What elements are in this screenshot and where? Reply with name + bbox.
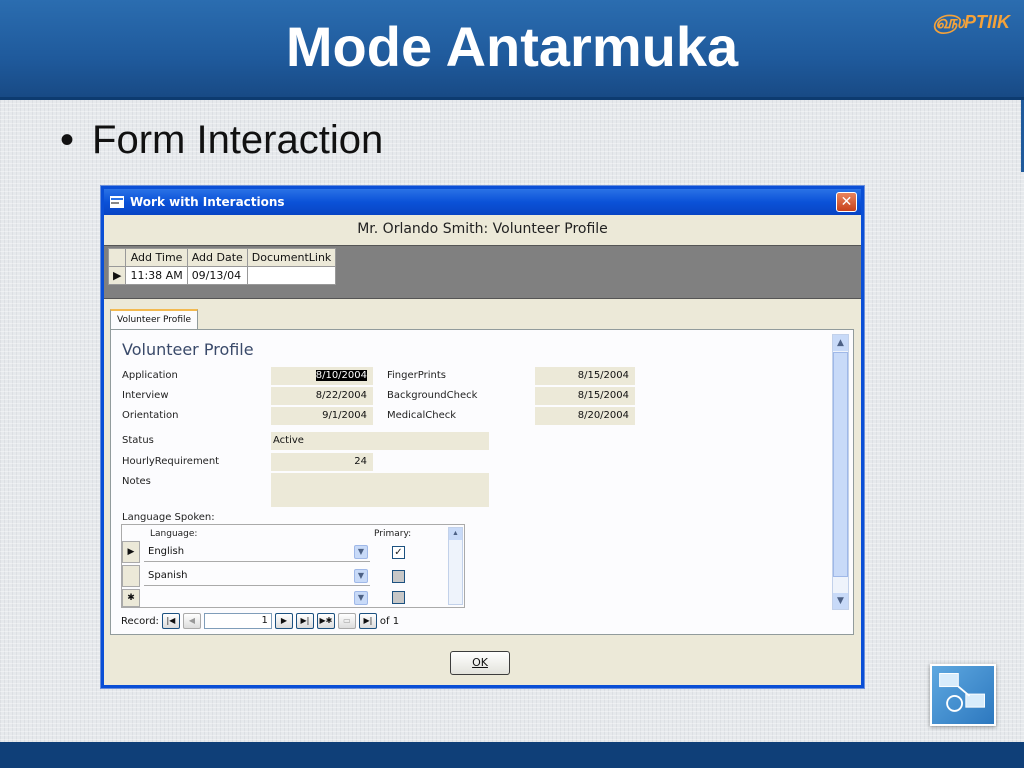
next-record-icon[interactable]: ▶ [274, 613, 293, 629]
row-pointer-icon[interactable]: ▶ [107, 266, 127, 285]
orientation-date-field[interactable]: 9/1/2004 [271, 407, 373, 425]
logo-text: PTIIK [963, 12, 1010, 32]
medicalcheck-date-field[interactable]: 8/20/2004 [535, 407, 635, 425]
language-subform: Language: Primary: ▶ English ▼ ✓ Spanish… [121, 524, 465, 608]
field-label: Application [122, 370, 178, 381]
column-header[interactable]: Add Date [186, 248, 248, 267]
grid-header-row: Add Time Add Date DocumentLink [107, 248, 337, 267]
scroll-up-icon[interactable]: ▲ [833, 335, 848, 351]
status-field[interactable]: Active [271, 432, 489, 450]
subform-band: Add Time Add Date DocumentLink ▶ 11:38 A… [104, 245, 861, 299]
language-scrollbar[interactable]: ▲ [448, 527, 463, 605]
grid-cell[interactable] [246, 266, 337, 285]
new-record-nav-icon[interactable]: ▶✱ [316, 613, 335, 629]
hourly-requirement-field[interactable]: 24 [271, 453, 373, 471]
decorative-diagram-icon [930, 664, 996, 726]
grid-cell[interactable]: 11:38 AM [125, 266, 188, 285]
grid-row[interactable]: ▶ 11:38 AM 09/13/04 [107, 266, 337, 285]
last-record-icon[interactable]: ▶| [295, 613, 314, 629]
row-selector-header [107, 248, 127, 267]
backgroundcheck-date-field[interactable]: 8/15/2004 [535, 387, 635, 405]
vertical-scrollbar[interactable]: ▲ ▼ [832, 334, 849, 610]
record-label: Record: [121, 615, 159, 627]
field-label: HourlyRequirement [122, 456, 220, 467]
first-record-icon[interactable]: |◀ [161, 613, 180, 629]
tab-panel: Volunteer Profile ▲ ▼ Application 8/10/2… [110, 329, 854, 635]
language-combo[interactable]: English ▼ [144, 542, 370, 562]
scroll-up-icon[interactable]: ▲ [449, 528, 462, 540]
language-column-header: Language: [150, 529, 198, 539]
dropdown-arrow-icon[interactable]: ▼ [354, 591, 368, 605]
logo-swirl-icon: ௵ [932, 12, 964, 32]
record-count: of 1 [379, 615, 400, 627]
new-record-icon[interactable]: ✱ [122, 589, 140, 607]
interview-date-field[interactable]: 8/22/2004 [271, 387, 373, 405]
filter-icon[interactable]: ▭ [337, 613, 356, 629]
profile-heading: Mr. Orlando Smith: Volunteer Profile [357, 221, 608, 237]
grid-cell[interactable]: 09/13/04 [186, 266, 248, 285]
primary-checkbox[interactable] [392, 570, 405, 583]
field-label: BackgroundCheck [387, 390, 478, 401]
field-label: Status [122, 435, 154, 446]
record-end-icon[interactable]: ▶| [358, 613, 377, 629]
language-combo[interactable]: ▼ [144, 589, 370, 605]
row-selector[interactable] [122, 565, 140, 587]
window-title: Work with Interactions [130, 195, 285, 209]
field-label: Notes [122, 476, 151, 487]
notes-field[interactable] [271, 473, 489, 507]
column-header[interactable]: Add Time [125, 248, 188, 267]
scroll-thumb[interactable] [833, 352, 848, 577]
field-label: Interview [122, 390, 169, 401]
row-pointer-icon[interactable]: ▶ [122, 541, 140, 563]
tab-strip: Volunteer Profile [104, 305, 861, 331]
dropdown-arrow-icon[interactable]: ▼ [354, 569, 368, 583]
ptiik-logo: ௵PTIIK [932, 12, 1010, 35]
bullet-text: Form Interaction [92, 118, 384, 162]
bullet-point: • Form Interaction [60, 118, 383, 163]
ok-button[interactable]: OK [450, 651, 510, 675]
record-number-input[interactable]: 1 [203, 613, 272, 629]
window-titlebar[interactable]: Work with Interactions ✕ [104, 189, 861, 215]
bullet-dot-icon: • [60, 118, 75, 162]
language-combo[interactable]: Spanish ▼ [144, 566, 370, 586]
scroll-down-icon[interactable]: ▼ [833, 593, 848, 609]
primary-column-header: Primary: [374, 529, 412, 539]
interaction-grid: Add Time Add Date DocumentLink ▶ 11:38 A… [107, 248, 337, 285]
tab-volunteer-profile[interactable]: Volunteer Profile [110, 309, 199, 331]
slide-header: Mode Antarmuka ௵PTIIK [0, 0, 1024, 100]
dropdown-arrow-icon[interactable]: ▼ [354, 545, 368, 559]
form-app-icon [110, 196, 124, 208]
field-label: FingerPrints [387, 370, 446, 381]
language-value: Spanish [148, 570, 188, 581]
record-navigator: Record: |◀ ◀ 1 ▶ ▶| ▶✱ ▭ ▶| of 1 [121, 612, 399, 630]
interaction-window: Work with Interactions ✕ Mr. Orlando Smi… [101, 186, 864, 688]
column-header[interactable]: DocumentLink [246, 248, 337, 267]
application-date-field[interactable]: 8/10/2004 [271, 367, 373, 385]
previous-record-icon[interactable]: ◀ [182, 613, 201, 629]
form-title: Volunteer Profile [122, 340, 254, 359]
language-section-label: Language Spoken: [122, 512, 215, 523]
language-value: English [148, 546, 185, 557]
primary-checkbox[interactable] [392, 591, 405, 604]
field-label: MedicalCheck [387, 410, 457, 421]
field-label: Orientation [122, 410, 179, 421]
close-button[interactable]: ✕ [836, 192, 857, 212]
slide-footer [0, 742, 1024, 768]
slide-title: Mode Antarmuka [285, 15, 739, 78]
primary-checkbox[interactable]: ✓ [392, 546, 405, 559]
fingerprints-date-field[interactable]: 8/15/2004 [535, 367, 635, 385]
